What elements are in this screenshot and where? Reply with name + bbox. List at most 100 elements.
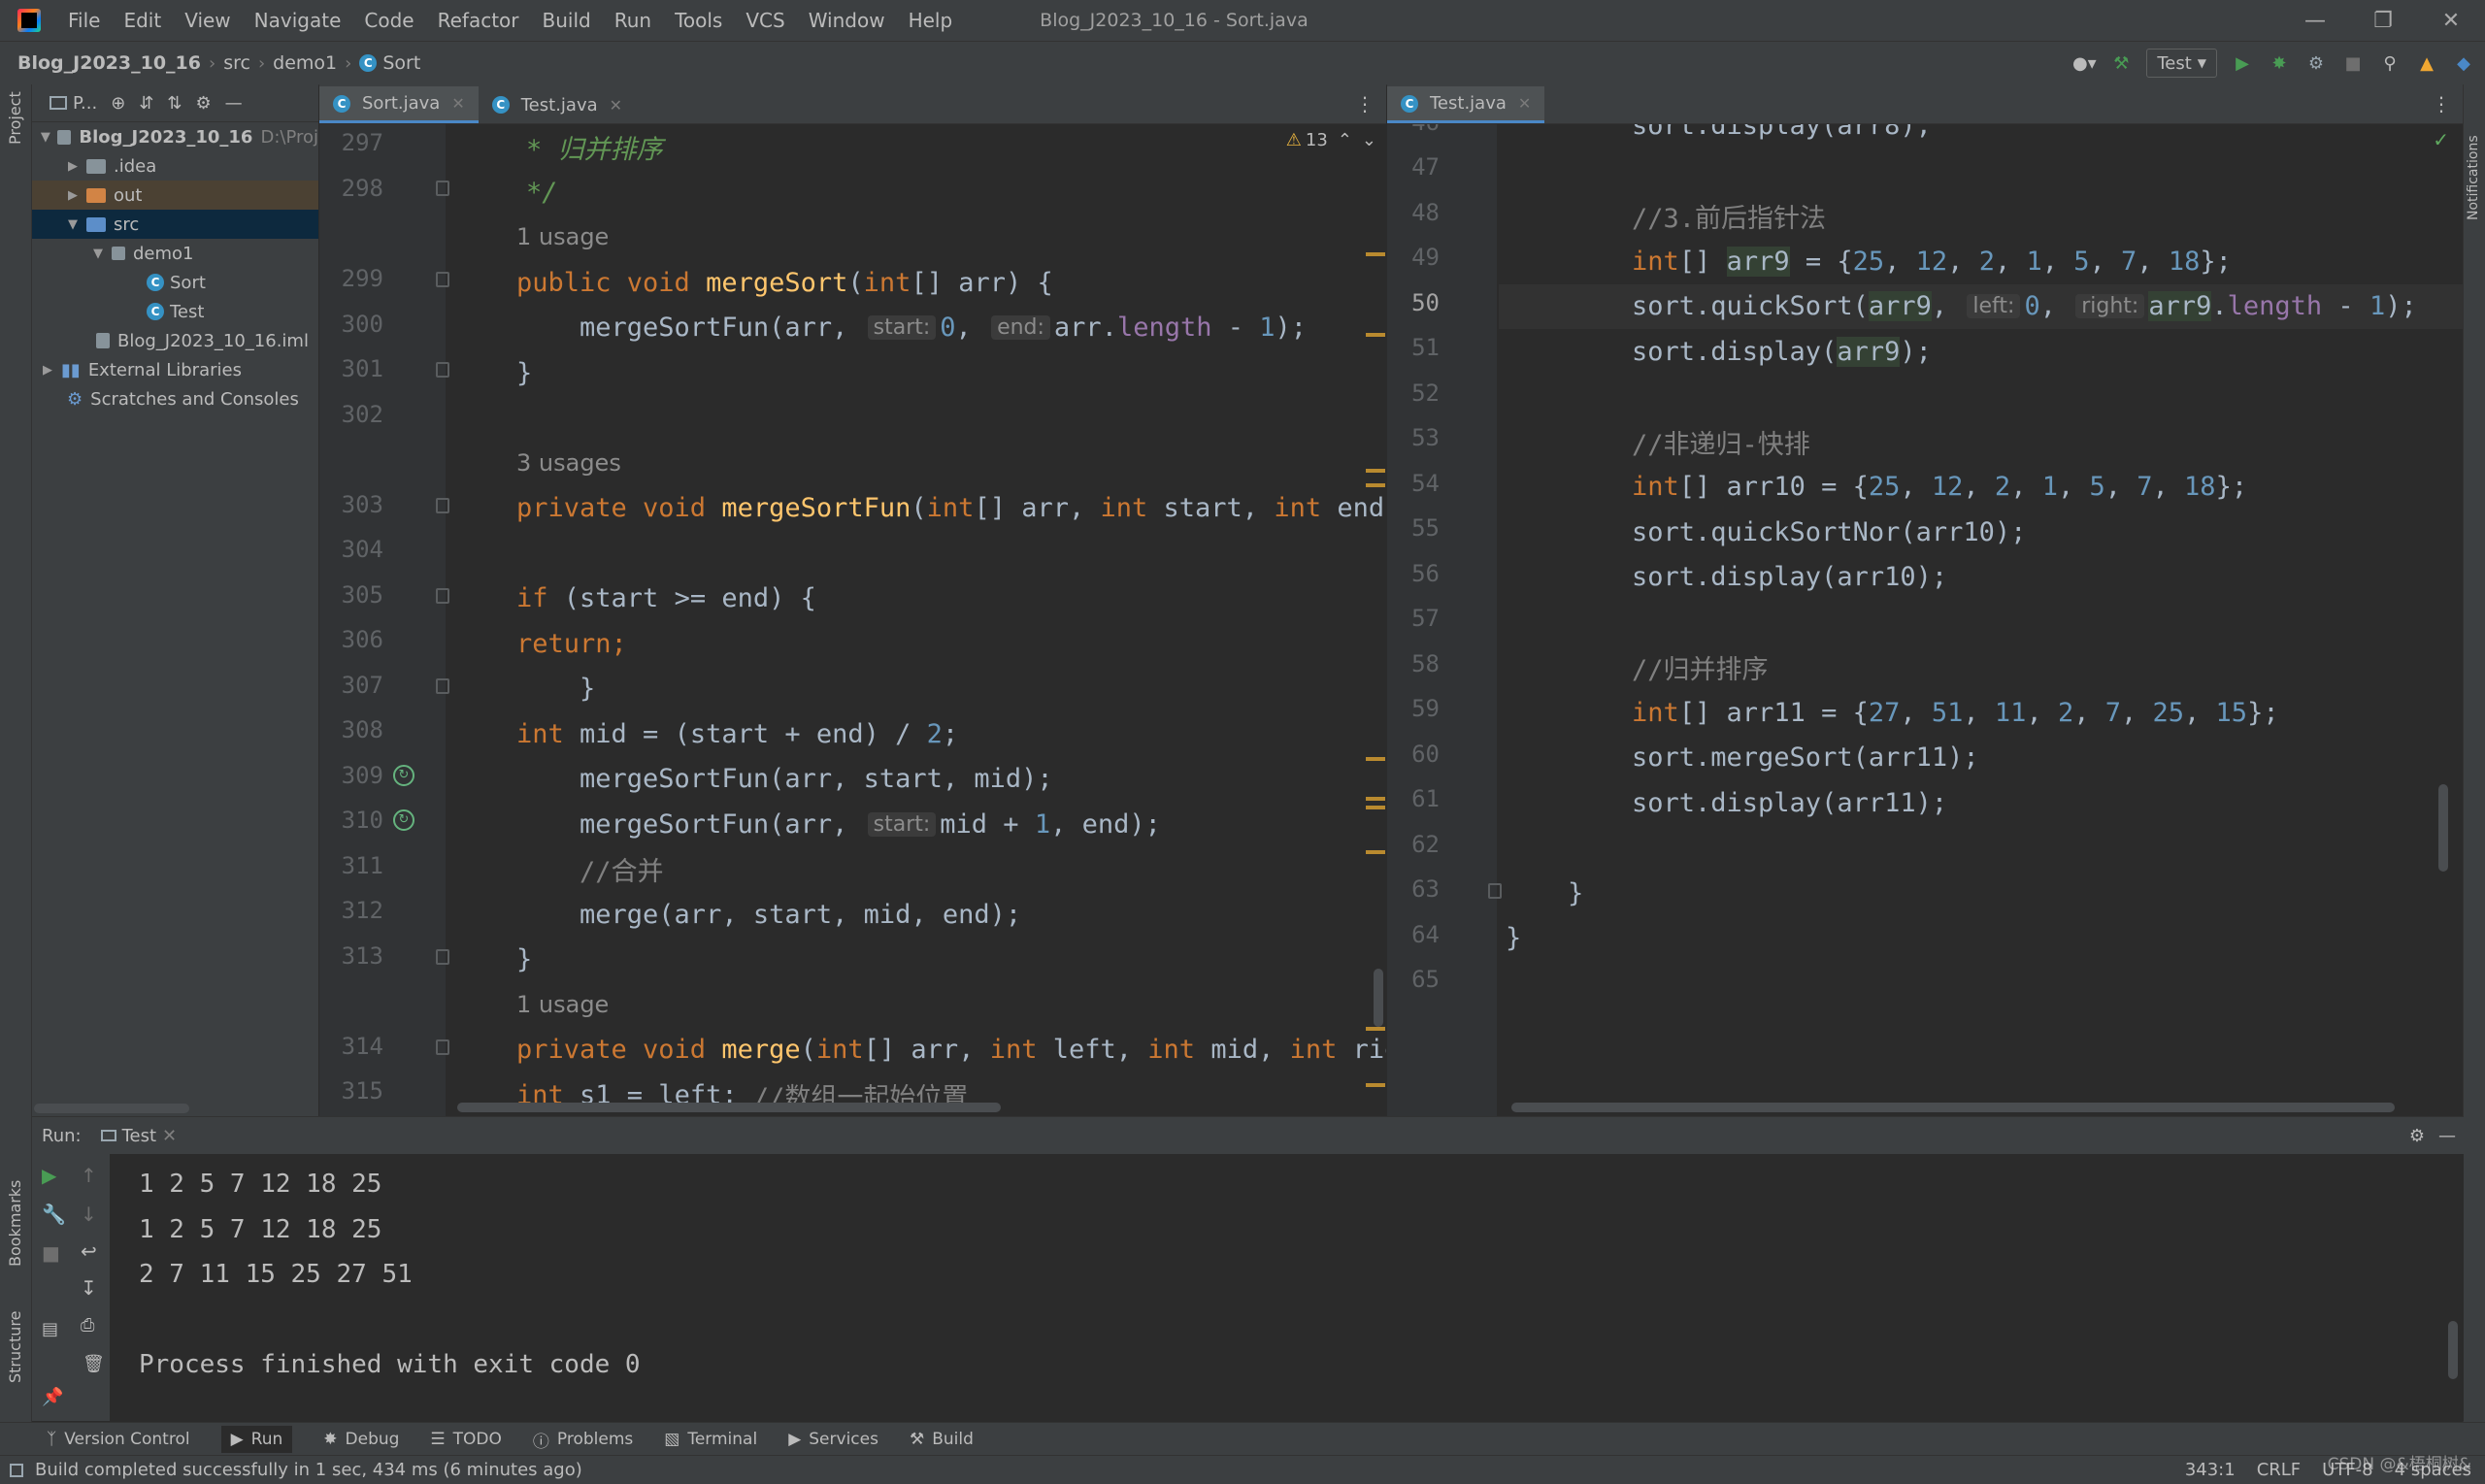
structure-tool-tab[interactable]: Structure <box>6 1311 24 1383</box>
menu-window[interactable]: Window <box>799 9 895 32</box>
tool-version-control[interactable]: ᛉ Version Control <box>47 1430 190 1449</box>
fold-marker-icon[interactable] <box>436 362 449 378</box>
minimize-button[interactable]: — <box>2281 0 2349 41</box>
chevron-down-icon[interactable]: ⌄ <box>1362 130 1376 150</box>
warning-stripe-mark[interactable] <box>1366 797 1385 801</box>
chevron-right-icon[interactable]: ▶ <box>65 159 81 174</box>
tool-debug[interactable]: ✸ Debug <box>323 1430 399 1449</box>
chevron-down-icon[interactable]: ▼ <box>40 130 51 145</box>
console-output[interactable]: 1 2 5 7 12 18 25 1 2 5 7 12 18 25 2 7 11… <box>139 1162 641 1388</box>
close-window-button[interactable]: ✕ <box>2417 0 2485 41</box>
breadcrumb-package[interactable]: demo1 <box>273 52 337 74</box>
recursive-call-icon[interactable]: ↻ <box>393 765 414 786</box>
usage-hint[interactable]: 3 usages <box>516 449 621 477</box>
fold-marker-icon[interactable] <box>436 1039 449 1055</box>
tree-item-scratches[interactable]: ⚙ Scratches and Consoles <box>32 384 318 413</box>
chevron-right-icon[interactable]: ▶ <box>65 188 81 203</box>
expand-all-icon[interactable]: ⇵ <box>139 93 153 114</box>
chevron-down-icon[interactable]: ▼ <box>90 247 106 261</box>
run-tab[interactable]: Test ✕ <box>100 1126 177 1146</box>
chevron-up-icon[interactable]: ⌃ <box>1338 130 1352 150</box>
user-icon[interactable]: ●▾ <box>2072 51 2097 75</box>
tool-build[interactable]: ⚒ Build <box>910 1430 974 1449</box>
horizontal-scrollbar[interactable] <box>1511 1103 2395 1112</box>
tree-item-external-libraries[interactable]: ▶ ▮▮ External Libraries <box>32 355 318 384</box>
menu-build[interactable]: Build <box>533 9 601 32</box>
menu-code[interactable]: Code <box>354 9 423 32</box>
scroll-to-end-icon[interactable]: ↧ <box>81 1276 97 1300</box>
layout-icon[interactable]: ▤ <box>42 1319 58 1339</box>
run-icon[interactable]: ▶ <box>2231 51 2254 75</box>
menu-tools[interactable]: Tools <box>665 9 732 32</box>
close-tab-icon[interactable]: ✕ <box>162 1126 177 1146</box>
warning-stripe-mark[interactable] <box>1366 252 1385 256</box>
vertical-scrollbar[interactable] <box>1374 969 1383 1027</box>
soft-wrap-icon[interactable]: ↩ <box>81 1239 97 1263</box>
right-code-editor[interactable]: 46 47 48 49 50 51 52 53 54 55 56 57 58 5… <box>1387 124 2463 1116</box>
trash-icon[interactable]: 🗑 <box>83 1354 105 1374</box>
vertical-scrollbar[interactable] <box>2448 1321 2458 1379</box>
menu-help[interactable]: Help <box>899 9 963 32</box>
menu-edit[interactable]: Edit <box>114 9 171 32</box>
tool-services[interactable]: ▶ Services <box>788 1430 878 1449</box>
tab-test-java[interactable]: C Test.java ✕ <box>479 86 636 123</box>
breadcrumb-project[interactable]: Blog_J2023_10_16 <box>17 52 201 74</box>
tool-terminal[interactable]: ▧ Terminal <box>664 1430 757 1449</box>
close-tab-icon[interactable]: ✕ <box>610 96 622 115</box>
warning-stripe-mark[interactable] <box>1366 333 1385 337</box>
tab-sort-java[interactable]: C Sort.java ✕ <box>319 86 479 123</box>
menu-file[interactable]: File <box>58 9 110 32</box>
inspection-widget[interactable]: ⚠ 13 ⌃ ⌄ <box>1286 130 1376 150</box>
fold-marker-icon[interactable] <box>436 678 449 694</box>
chevron-down-icon[interactable]: ▼ <box>65 217 81 232</box>
line-separator[interactable]: CRLF <box>2257 1460 2301 1480</box>
tool-todo[interactable]: ☰ TODO <box>430 1430 502 1449</box>
menu-vcs[interactable]: VCS <box>736 9 794 32</box>
tree-item-demo1[interactable]: ▼ demo1 <box>32 239 318 268</box>
pin-icon[interactable]: 📌 <box>42 1387 63 1407</box>
close-tab-icon[interactable]: ✕ <box>451 94 464 113</box>
hide-panel-icon[interactable]: — <box>225 93 243 114</box>
build-hammer-icon[interactable]: ⚒ <box>2109 51 2133 75</box>
jetbrains-toolbox-icon[interactable]: ◆ <box>2452 51 2475 75</box>
fold-marker-icon[interactable] <box>436 498 449 513</box>
scroll-up-icon[interactable]: ↑ <box>81 1164 97 1187</box>
menu-navigate[interactable]: Navigate <box>245 9 351 32</box>
tree-item-src[interactable]: ▼ src <box>32 210 318 239</box>
fold-marker-icon[interactable] <box>436 181 449 196</box>
tree-item-project-root[interactable]: ▼ Blog_J2023_10_16 D:\Proj <box>32 122 318 151</box>
caret-position[interactable]: 343:1 <box>2185 1460 2236 1480</box>
debug-icon[interactable]: ✸ <box>2268 51 2291 75</box>
horizontal-scrollbar[interactable] <box>457 1103 1001 1112</box>
run-configuration-select[interactable]: Test ▼ <box>2146 49 2217 78</box>
coverage-icon[interactable]: ⚙ <box>2304 51 2328 75</box>
warning-stripe-mark[interactable] <box>1366 806 1385 809</box>
tool-run[interactable]: ▶ Run <box>220 1426 293 1453</box>
tree-item-idea[interactable]: ▶ .idea <box>32 151 318 181</box>
settings-gear-icon[interactable]: ⚙ <box>196 93 212 114</box>
warning-stripe-mark[interactable] <box>1366 757 1385 761</box>
notifications-tool-tab[interactable]: Notifications <box>2466 135 2481 220</box>
tool-problems[interactable]: ⓘ Problems <box>533 1428 633 1452</box>
search-icon[interactable]: ⚲ <box>2378 51 2402 75</box>
usage-hint[interactable]: 1 usage <box>516 223 609 250</box>
tree-item-iml[interactable]: Blog_J2023_10_16.iml <box>32 326 318 355</box>
warning-stripe-mark[interactable] <box>1366 1083 1385 1087</box>
menu-run[interactable]: Run <box>605 9 661 32</box>
fold-marker-icon[interactable] <box>1488 883 1502 899</box>
breadcrumb-src[interactable]: src <box>223 52 250 74</box>
status-message[interactable]: Build completed successfully in 1 sec, 4… <box>35 1460 582 1480</box>
vertical-scrollbar[interactable] <box>2438 784 2448 872</box>
warning-stripe-mark[interactable] <box>1366 483 1385 487</box>
scroll-down-icon[interactable]: ↓ <box>81 1203 97 1226</box>
print-icon[interactable]: ⎙ <box>81 1315 94 1336</box>
update-icon[interactable]: ▲ <box>2415 51 2438 75</box>
tab-test-java-right[interactable]: C Test.java ✕ <box>1387 86 1545 123</box>
usage-hint[interactable]: 1 usage <box>516 991 609 1018</box>
close-tab-icon[interactable]: ✕ <box>1518 94 1531 113</box>
bookmarks-tool-tab[interactable]: Bookmarks <box>6 1180 24 1267</box>
tree-item-out[interactable]: ▶ out <box>32 181 318 210</box>
more-tabs-icon[interactable]: ⋮ <box>2432 92 2451 115</box>
wrench-icon[interactable]: 🔧 <box>42 1203 66 1226</box>
rerun-icon[interactable]: ▶ <box>42 1164 56 1187</box>
